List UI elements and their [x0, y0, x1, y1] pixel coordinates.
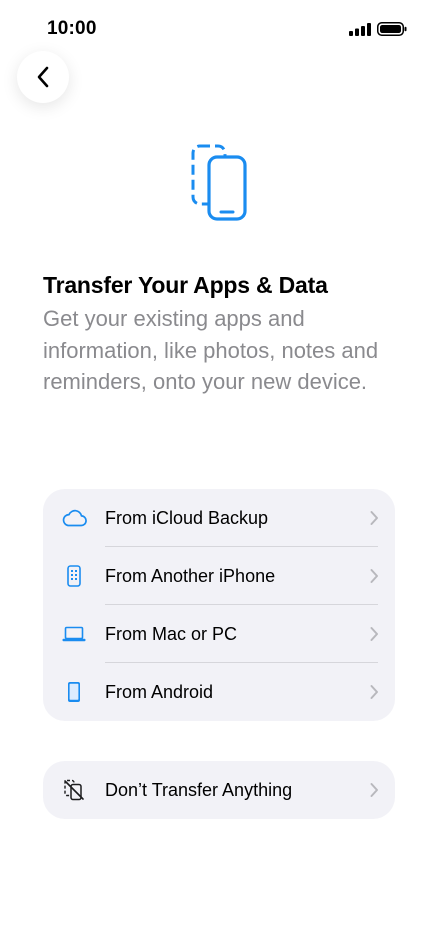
chevron-left-icon	[37, 66, 49, 88]
icloud-icon	[61, 506, 87, 530]
option-mac-or-pc[interactable]: From Mac or PC	[43, 605, 395, 663]
option-label: From Another iPhone	[105, 565, 276, 586]
back-button[interactable]	[17, 51, 69, 103]
option-label: Don’t Transfer Anything	[105, 779, 293, 800]
option-icloud-backup[interactable]: From iCloud Backup	[43, 489, 395, 547]
status-time: 10:00	[47, 18, 97, 39]
chevron-right-icon	[370, 627, 378, 641]
status-bar: 10:00	[0, 0, 438, 56]
transfer-phones-icon	[191, 144, 247, 221]
page-title: Transfer Your Apps & Data	[43, 272, 328, 298]
option-another-iphone[interactable]: From Another iPhone	[43, 547, 395, 605]
laptop-icon	[61, 622, 87, 646]
battery-icon	[377, 22, 407, 36]
option-dont-transfer[interactable]: Don’t Transfer Anything	[43, 761, 395, 819]
chevron-right-icon	[370, 783, 378, 797]
skip-transfer-group: Don’t Transfer Anything	[43, 761, 395, 819]
chevron-right-icon	[370, 511, 378, 525]
option-label: From Android	[105, 681, 214, 702]
transfer-options-list: From iCloud Backup From Another iPhone F…	[43, 489, 395, 721]
cellular-signal-icon	[349, 23, 371, 36]
chevron-right-icon	[370, 569, 378, 583]
iphone-icon	[61, 564, 87, 588]
page-description: Get your existing apps and information, …	[43, 306, 379, 394]
android-phone-icon	[61, 680, 87, 704]
option-label: From Mac or PC	[105, 623, 238, 644]
chevron-right-icon	[370, 685, 378, 699]
option-label: From iCloud Backup	[105, 507, 269, 528]
no-transfer-icon	[61, 778, 87, 802]
option-android[interactable]: From Android	[43, 663, 395, 721]
